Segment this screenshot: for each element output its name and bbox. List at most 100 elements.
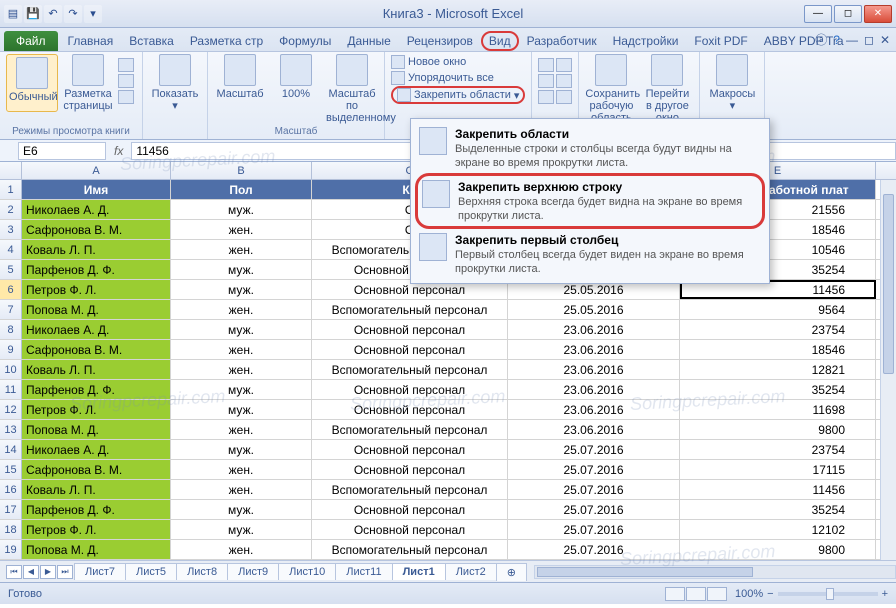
cell[interactable]: 12102: [680, 520, 876, 539]
cell[interactable]: 25.07.2016: [508, 500, 680, 519]
cell[interactable]: 23.06.2016: [508, 380, 680, 399]
arrange-all-button[interactable]: Упорядочить все: [391, 70, 494, 86]
cell[interactable]: Парфенов Д. Ф.: [22, 500, 171, 519]
cell[interactable]: муж.: [171, 280, 312, 299]
ribbon-tab-9[interactable]: Foxit PDF: [686, 31, 755, 51]
custom-views-icon[interactable]: [118, 74, 134, 88]
cell[interactable]: Петров Ф. Л.: [22, 520, 171, 539]
freeze-option-1[interactable]: Закрепить верхнюю строкуВерхняя строка в…: [415, 173, 765, 229]
new-sheet-button[interactable]: ⊕: [496, 563, 527, 581]
ribbon-minimize-icon[interactable]: ⓐ: [815, 31, 827, 48]
freeze-option-0[interactable]: Закрепить областиВыделенные строки и сто…: [415, 123, 765, 173]
cell[interactable]: Парфенов Д. Ф.: [22, 260, 171, 279]
excel-icon[interactable]: ▤: [4, 5, 22, 23]
doc-close-icon[interactable]: ✕: [880, 33, 890, 47]
cell[interactable]: жен.: [171, 360, 312, 379]
row-header[interactable]: 11: [0, 380, 22, 399]
sheet-nav-next[interactable]: ▶: [40, 565, 56, 579]
cell[interactable]: Сафронова В. М.: [22, 220, 171, 239]
sheet-tab[interactable]: Лист1: [392, 563, 446, 580]
ribbon-tab-6[interactable]: Вид: [481, 31, 519, 51]
pagebreak-preview-icon[interactable]: [118, 58, 134, 72]
undo-icon[interactable]: ↶: [44, 5, 62, 23]
sheet-tab[interactable]: Лист10: [278, 563, 336, 580]
cell[interactable]: Вспомогательный персонал: [312, 420, 508, 439]
cell[interactable]: 25.05.2016: [508, 300, 680, 319]
sheet-tab[interactable]: Лист11: [335, 563, 392, 580]
row-header[interactable]: 5: [0, 260, 22, 279]
cell[interactable]: Николаев А. Д.: [22, 200, 171, 219]
cell[interactable]: 25.07.2016: [508, 460, 680, 479]
cell[interactable]: муж.: [171, 400, 312, 419]
col-header-b[interactable]: B: [171, 162, 312, 179]
cell[interactable]: 25.07.2016: [508, 520, 680, 539]
ribbon-tab-4[interactable]: Данные: [339, 31, 398, 51]
cell[interactable]: 25.07.2016: [508, 480, 680, 499]
doc-minimize-icon[interactable]: —: [846, 33, 858, 47]
fullscreen-icon[interactable]: [118, 90, 134, 104]
cell[interactable]: 23754: [680, 320, 876, 339]
row-header[interactable]: 10: [0, 360, 22, 379]
cell[interactable]: 23.06.2016: [508, 400, 680, 419]
sheet-nav-prev[interactable]: ◀: [23, 565, 39, 579]
ribbon-tab-3[interactable]: Формулы: [271, 31, 339, 51]
row-header[interactable]: 19: [0, 540, 22, 559]
maximize-button[interactable]: ◻: [834, 5, 862, 23]
cell[interactable]: Николаев А. Д.: [22, 440, 171, 459]
fx-icon[interactable]: fx: [114, 144, 123, 158]
qat-dropdown-icon[interactable]: ▾: [84, 5, 102, 23]
cell[interactable]: Основной персонал: [312, 440, 508, 459]
ribbon-tab-8[interactable]: Надстройки: [605, 31, 687, 51]
ribbon-tab-5[interactable]: Рецензиров: [399, 31, 481, 51]
cell[interactable]: жен.: [171, 420, 312, 439]
cell[interactable]: Основной персонал: [312, 400, 508, 419]
minimize-button[interactable]: —: [804, 5, 832, 23]
cell[interactable]: Парфенов Д. Ф.: [22, 380, 171, 399]
cell[interactable]: муж.: [171, 500, 312, 519]
file-tab[interactable]: Файл: [4, 31, 58, 51]
zoom-button[interactable]: Масштаб: [214, 54, 266, 124]
cell[interactable]: жен.: [171, 340, 312, 359]
row-header[interactable]: 14: [0, 440, 22, 459]
ribbon-tab-1[interactable]: Вставка: [121, 31, 182, 51]
cell[interactable]: 35254: [680, 380, 876, 399]
cell[interactable]: Коваль Л. П.: [22, 480, 171, 499]
cell[interactable]: 9800: [680, 420, 876, 439]
redo-icon[interactable]: ↷: [64, 5, 82, 23]
new-window-button[interactable]: Новое окно: [391, 54, 466, 70]
cell[interactable]: муж.: [171, 440, 312, 459]
zoom-100-button[interactable]: 100%: [270, 54, 322, 124]
cell[interactable]: Основной персонал: [312, 520, 508, 539]
zoom-selection-button[interactable]: Масштаб по выделенному: [326, 54, 378, 124]
cell[interactable]: жен.: [171, 480, 312, 499]
row-header[interactable]: 9: [0, 340, 22, 359]
split-icon[interactable]: [538, 58, 554, 72]
row-header[interactable]: 16: [0, 480, 22, 499]
cell[interactable]: муж.: [171, 520, 312, 539]
cell[interactable]: Вспомогательный персонал: [312, 360, 508, 379]
cell[interactable]: жен.: [171, 240, 312, 259]
ribbon-tab-7[interactable]: Разработчик: [519, 31, 605, 51]
row-header[interactable]: 4: [0, 240, 22, 259]
cell[interactable]: Основной персонал: [312, 320, 508, 339]
cell[interactable]: Попова М. Д.: [22, 540, 171, 559]
cell[interactable]: Коваль Л. П.: [22, 240, 171, 259]
sheet-nav-last[interactable]: ⏭: [57, 565, 73, 579]
cell[interactable]: Петров Ф. Л.: [22, 400, 171, 419]
cell[interactable]: Основной персонал: [312, 380, 508, 399]
row-header-1[interactable]: 1: [0, 180, 22, 199]
view-side-icon[interactable]: [556, 74, 572, 88]
cell[interactable]: 25.07.2016: [508, 440, 680, 459]
cell[interactable]: 23754: [680, 440, 876, 459]
cell[interactable]: 12821: [680, 360, 876, 379]
macros-button[interactable]: Макросы▾: [706, 54, 758, 112]
zoom-slider[interactable]: [778, 592, 878, 596]
cell[interactable]: 9564: [680, 300, 876, 319]
cell[interactable]: Попова М. Д.: [22, 420, 171, 439]
row-header[interactable]: 18: [0, 520, 22, 539]
cell[interactable]: Имя: [22, 180, 171, 199]
row-header[interactable]: 17: [0, 500, 22, 519]
cell[interactable]: жен.: [171, 300, 312, 319]
sheet-tab[interactable]: Лист8: [176, 563, 228, 580]
ribbon-tab-2[interactable]: Разметка стр: [182, 31, 271, 51]
